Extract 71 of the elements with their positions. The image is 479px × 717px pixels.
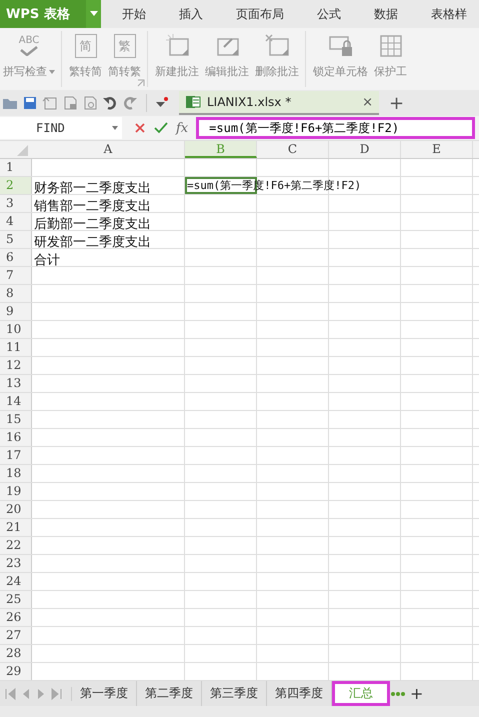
menu-tab[interactable]: 页面布局	[224, 6, 296, 22]
spreadsheet-file-icon	[185, 94, 201, 110]
row-header[interactable]: 13	[0, 375, 32, 392]
new-tab-button[interactable]: +	[389, 92, 404, 114]
delete-note-icon	[264, 33, 290, 59]
row-header[interactable]: 18	[0, 465, 32, 482]
sheet-tab[interactable]: 汇总	[332, 681, 390, 706]
add-sheet-button[interactable]: +	[410, 684, 424, 703]
row-header[interactable]: 19	[0, 483, 32, 500]
column-header[interactable]: D	[329, 141, 401, 158]
row-header[interactable]: 4	[0, 213, 32, 230]
row-header[interactable]: 10	[0, 321, 32, 338]
app-menu-button[interactable]: WPS 表格	[0, 0, 86, 28]
document-name: LIANIX1.xlsx *	[207, 95, 292, 109]
grid-icon	[378, 33, 404, 59]
row-header[interactable]: 11	[0, 339, 32, 356]
new-note-icon	[164, 33, 190, 59]
insert-function-button[interactable]: fx	[176, 120, 188, 136]
document-tab[interactable]: LIANIX1.xlsx * ×	[179, 91, 379, 115]
close-tab-button[interactable]: ×	[362, 94, 373, 110]
row-header[interactable]: 20	[0, 501, 32, 518]
menu-tab[interactable]: 表格样	[419, 6, 479, 22]
simplified-icon: 简	[74, 34, 96, 58]
first-sheet-icon[interactable]	[4, 686, 18, 700]
confirm-icon[interactable]	[154, 122, 168, 134]
row-header[interactable]: 14	[0, 393, 32, 410]
more-sheets-icon[interactable]	[390, 690, 406, 696]
print-icon[interactable]	[62, 95, 78, 111]
caret-icon	[49, 70, 55, 74]
cancel-icon[interactable]	[134, 122, 146, 134]
row-header[interactable]: 9	[0, 303, 32, 320]
pdf-export-icon[interactable]	[42, 95, 58, 111]
row-header[interactable]: 21	[0, 519, 32, 536]
column-header[interactable]: C	[257, 141, 329, 158]
menu-tab[interactable]: 数据	[362, 6, 410, 22]
row-header[interactable]: 24	[0, 573, 32, 590]
menu-tab[interactable]: 公式	[305, 6, 353, 22]
row-header[interactable]: 15	[0, 411, 32, 428]
row-header[interactable]: 1	[0, 159, 32, 176]
row-header[interactable]: 17	[0, 447, 32, 464]
row-header[interactable]: 3	[0, 195, 32, 212]
cell-text: 后勤部一二季度支出	[33, 216, 151, 233]
row-header[interactable]: 28	[0, 645, 32, 662]
caret-icon[interactable]	[90, 11, 98, 17]
cell-text: 财务部一二季度支出	[33, 180, 151, 197]
name-box[interactable]: FIND	[0, 117, 122, 139]
last-sheet-icon[interactable]	[49, 686, 63, 700]
row-header[interactable]: 12	[0, 357, 32, 374]
cell-text: 合计	[33, 252, 60, 269]
menu-tab[interactable]: 插入	[167, 6, 215, 22]
row-header[interactable]: 27	[0, 627, 32, 644]
row-header[interactable]: 29	[0, 663, 32, 680]
row-header[interactable]: 26	[0, 609, 32, 626]
formula-input[interactable]: =sum(第一季度!F6+第二季度!F2)	[196, 117, 475, 139]
row-header[interactable]: 5	[0, 231, 32, 248]
menu-tab[interactable]: 开始	[110, 6, 158, 22]
row-header[interactable]: 22	[0, 537, 32, 554]
cell-text: 销售部一二季度支出	[33, 198, 151, 215]
row-header[interactable]: 8	[0, 285, 32, 302]
caret-icon	[112, 126, 118, 130]
row-header[interactable]: 25	[0, 591, 32, 608]
row-header[interactable]: 6	[0, 249, 32, 266]
row-header[interactable]: 7	[0, 267, 32, 284]
dialog-launcher-icon[interactable]	[137, 79, 145, 87]
undo-icon[interactable]	[102, 95, 118, 111]
save-icon[interactable]	[22, 95, 38, 111]
row-header[interactable]: 23	[0, 555, 32, 572]
column-header[interactable]: E	[401, 141, 473, 158]
traditional-icon: 繁	[114, 34, 136, 58]
row-header[interactable]: 16	[0, 429, 32, 446]
cell-text: 研发部一二季度支出	[33, 234, 151, 251]
